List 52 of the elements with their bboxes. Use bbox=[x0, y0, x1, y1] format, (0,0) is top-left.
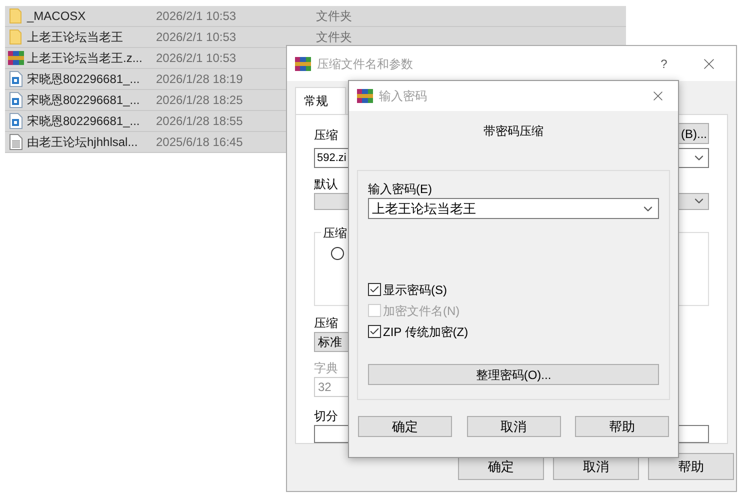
field-value: 592.zi bbox=[317, 150, 346, 166]
file-name: 宋晓恩802296681_... bbox=[27, 93, 140, 107]
organize-passwords-button[interactable]: 整理密码(O)... bbox=[368, 364, 659, 385]
field-value: 上老王论坛当老王 bbox=[372, 200, 476, 218]
file-name: 宋晓恩802296681_... bbox=[27, 72, 140, 86]
file-row[interactable]: _MACOSX 2026/2/1 10:53 文件夹 bbox=[5, 6, 626, 27]
field-label: 输入密码(E) bbox=[368, 181, 433, 198]
folder-icon bbox=[9, 8, 23, 24]
window-title: 输入密码 bbox=[379, 88, 428, 105]
file-name: 宋晓恩802296681_... bbox=[27, 114, 140, 128]
file-date: 2026/2/1 10:53 bbox=[156, 30, 236, 44]
file-name: 上老王论坛当老王 bbox=[27, 30, 123, 44]
radio-button[interactable] bbox=[331, 247, 344, 260]
file-date: 2026/1/28 18:19 bbox=[156, 72, 243, 86]
file-date: 2026/1/28 18:25 bbox=[156, 93, 243, 107]
image-file-icon bbox=[9, 71, 23, 87]
file-date: 2026/2/1 10:53 bbox=[156, 9, 236, 23]
image-file-icon bbox=[9, 92, 23, 108]
checkbox[interactable] bbox=[368, 325, 381, 338]
file-row[interactable]: 上老王论坛当老王 2026/2/1 10:53 文件夹 bbox=[5, 27, 626, 48]
file-date: 2026/1/28 18:55 bbox=[156, 114, 243, 128]
image-file-icon bbox=[9, 113, 23, 129]
file-name: 上老王论坛当老王.z... bbox=[27, 51, 142, 65]
tab[interactable]: 常规 bbox=[295, 87, 346, 114]
dialog-heading: 带密码压缩 bbox=[484, 123, 544, 140]
help-button[interactable]: ? bbox=[644, 54, 684, 72]
field-label: 默认 bbox=[314, 176, 338, 193]
text-file-icon bbox=[9, 134, 23, 150]
dialog-button[interactable]: 帮助 bbox=[648, 453, 734, 480]
dialog-button[interactable]: 确定 bbox=[358, 416, 452, 437]
dialog-button[interactable]: 帮助 bbox=[575, 416, 669, 437]
archive-icon bbox=[8, 50, 24, 66]
file-type: 文件夹 bbox=[316, 29, 352, 46]
archive-icon bbox=[295, 56, 311, 72]
file-name: _MACOSX bbox=[27, 9, 86, 23]
file-date: 2026/2/1 10:53 bbox=[156, 51, 236, 65]
checkbox-label: 加密文件名(N) bbox=[383, 302, 460, 320]
field-label: 切分 bbox=[314, 408, 338, 426]
dialog-button[interactable]: 取消 bbox=[466, 416, 560, 437]
field-label: 压缩 bbox=[314, 315, 338, 332]
checkbox-label: 显示密码(S) bbox=[383, 282, 447, 298]
file-type: 文件夹 bbox=[316, 8, 352, 25]
field-label: 字典 bbox=[314, 360, 338, 378]
folder-icon bbox=[9, 29, 23, 45]
window-title: 压缩文件名和参数 bbox=[317, 56, 414, 72]
checkbox[interactable] bbox=[368, 283, 381, 296]
file-name: 由老王论坛hjhhlsal... bbox=[27, 135, 138, 149]
file-date: 2025/6/18 16:45 bbox=[156, 135, 243, 149]
field-label: 压缩 bbox=[314, 127, 338, 144]
archive-icon bbox=[357, 88, 373, 104]
password-field[interactable]: 上老王论坛当老王 bbox=[368, 198, 659, 219]
checkbox-label: ZIP 传统加密(Z) bbox=[383, 324, 468, 340]
